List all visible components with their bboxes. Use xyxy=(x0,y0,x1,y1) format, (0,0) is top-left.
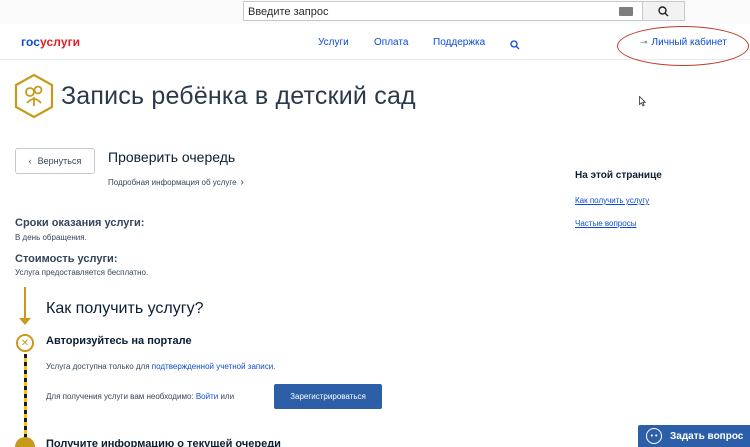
nav-services[interactable]: Услуги xyxy=(318,37,349,48)
logo-part-uslugi: услуги xyxy=(40,35,81,49)
cost-value: Услуга предоставляется бесплатно. xyxy=(15,268,149,277)
kindergarten-service-icon xyxy=(14,73,54,119)
annotation-ellipse xyxy=(617,26,749,66)
cost-title: Стоимость услуги: xyxy=(15,253,118,265)
step-close-icon: ✕ xyxy=(16,334,34,352)
check-queue-title: Проверить очередь xyxy=(108,149,236,165)
nav-payment[interactable]: Оплата xyxy=(374,37,408,48)
nav-search-icon[interactable] xyxy=(510,37,520,55)
more-info-link[interactable]: Подробная информация об услуге › xyxy=(108,177,244,188)
confirmed-account-link[interactable]: подтвержденной учетной записи xyxy=(152,362,273,371)
need-text: Для получения услуги вам необходимо: xyxy=(46,392,196,401)
chat-bot-icon: • • xyxy=(646,428,662,444)
step-text-after: . xyxy=(273,362,276,371)
keyboard-icon[interactable] xyxy=(619,7,633,16)
sidebar-link-how-to-get[interactable]: Как получить услугу xyxy=(575,196,649,205)
page-title: Запись ребёнка в детский сад xyxy=(61,82,416,110)
search-button[interactable] xyxy=(643,1,685,21)
step-text-before: Услуга доступна только для xyxy=(46,362,152,371)
search-icon xyxy=(658,6,669,17)
terms-value: В день обращения. xyxy=(15,233,87,242)
step-need-text: Для получения услуги вам необходимо: Вой… xyxy=(46,392,234,401)
on-this-page-title: На этой странице xyxy=(575,170,662,181)
ask-question-label: Задать вопрос xyxy=(670,430,744,442)
step-queue-title: Получите информацию о текущей очереди xyxy=(46,438,281,447)
sidebar-link-faq[interactable]: Частые вопросы xyxy=(575,219,636,228)
more-info-label: Подробная информация об услуге xyxy=(108,178,237,187)
step-authorize-text: Услуга доступна только для подтвержденно… xyxy=(46,362,275,371)
search-input[interactable] xyxy=(248,4,608,19)
back-button[interactable]: ‹ Вернуться xyxy=(15,148,95,174)
arrow-down-icon xyxy=(19,318,31,325)
gosuslugi-logo[interactable]: госуслуги xyxy=(21,35,80,49)
step-circle-icon xyxy=(15,437,35,447)
chevron-left-icon: ‹ xyxy=(28,156,32,166)
logo-part-gos: гос xyxy=(21,35,40,49)
back-button-label: Вернуться xyxy=(37,156,82,166)
login-link[interactable]: Войти xyxy=(196,392,218,401)
top-search-bar xyxy=(0,0,750,24)
step-authorize-title: Авторизуйтесь на портале xyxy=(46,335,192,347)
chevron-right-icon: › xyxy=(240,177,244,188)
mouse-cursor-icon xyxy=(639,96,646,107)
terms-title: Сроки оказания услуги: xyxy=(15,217,145,229)
ask-question-button[interactable]: • • Задать вопрос xyxy=(638,425,750,447)
register-button[interactable]: Зарегистрироваться xyxy=(274,384,382,409)
search-box[interactable] xyxy=(243,1,643,21)
how-to-get-title: Как получить услугу? xyxy=(46,300,204,317)
timeline-dashed-line xyxy=(24,354,27,439)
timeline-line xyxy=(24,287,26,322)
or-text: или xyxy=(218,392,235,401)
nav-support[interactable]: Поддержка xyxy=(433,37,485,48)
